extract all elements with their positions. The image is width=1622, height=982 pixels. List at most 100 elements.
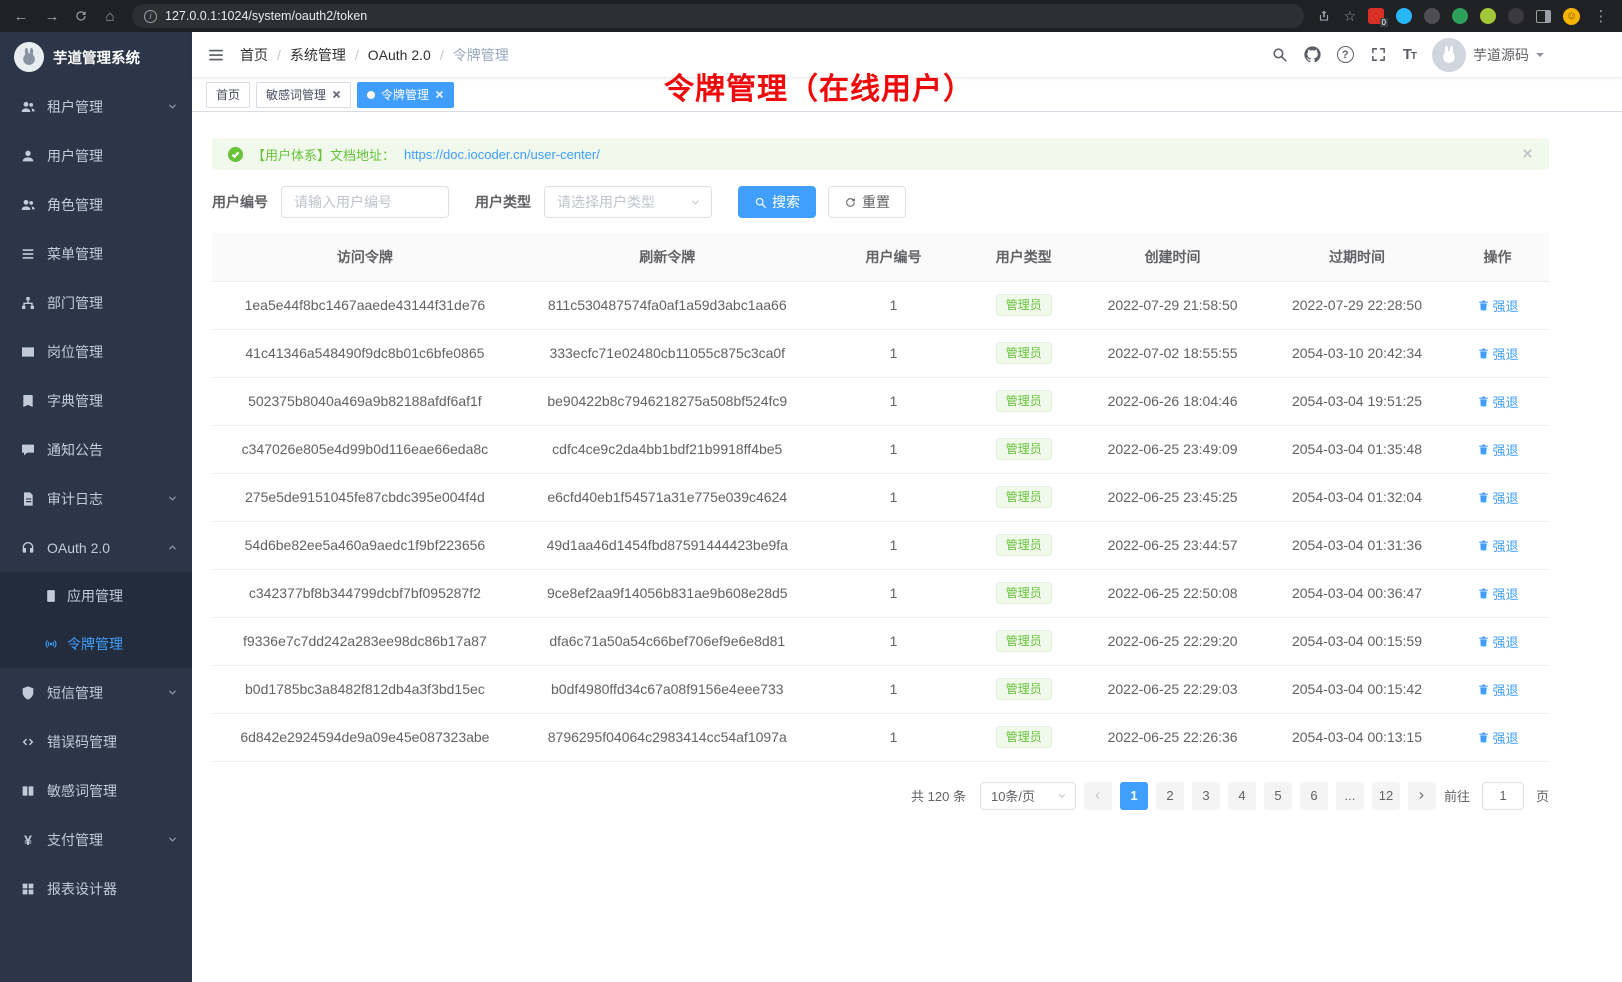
sidebar-item-post[interactable]: 岗位管理	[0, 327, 192, 376]
access-token-cell: c347026e805e4d99b0d116eae66eda8c	[212, 425, 518, 473]
doc-link[interactable]: https://doc.iocoder.cn/user-center/	[404, 147, 600, 162]
sidebar-item-app-management[interactable]: 应用管理	[0, 572, 192, 620]
next-page-button[interactable]	[1408, 782, 1436, 810]
address-bar[interactable]: i 127.0.0.1:1024/system/oauth2/token	[132, 4, 1304, 28]
force-logout-button[interactable]: 强退	[1477, 584, 1519, 603]
extension-blue-icon[interactable]	[1396, 8, 1412, 24]
prev-page-button[interactable]	[1084, 782, 1112, 810]
github-icon[interactable]	[1304, 46, 1321, 63]
sidebar-item-audit-log[interactable]: 审计日志	[0, 474, 192, 523]
force-logout-button[interactable]: 强退	[1477, 728, 1519, 747]
alert-close-button[interactable]	[1522, 147, 1533, 162]
sidebar-item-dept[interactable]: 部门管理	[0, 278, 192, 327]
user-type-select[interactable]: 请选择用户类型	[544, 186, 712, 218]
page-button-5[interactable]: 5	[1264, 782, 1292, 810]
close-icon[interactable]	[332, 90, 341, 99]
sidebar-item-role[interactable]: 角色管理	[0, 180, 192, 229]
browser-back-icon[interactable]: ←	[12, 8, 30, 25]
sidebar-item-tenant[interactable]: 租户管理	[0, 82, 192, 131]
sidebar-toggle-button[interactable]	[192, 32, 240, 77]
sidebar-item-pay[interactable]: ¥ 支付管理	[0, 815, 192, 864]
browser-forward-icon[interactable]: →	[43, 8, 61, 25]
force-logout-button[interactable]: 强退	[1477, 344, 1519, 363]
page-button-2[interactable]: 2	[1156, 782, 1184, 810]
page-button-12[interactable]: 12	[1372, 782, 1400, 810]
user-type-badge: 管理员	[996, 390, 1052, 412]
site-info-icon[interactable]: i	[144, 10, 157, 23]
sidebar-item-report-designer[interactable]: 报表设计器	[0, 864, 192, 913]
share-icon[interactable]	[1317, 9, 1331, 23]
sidebar-item-sensitive-word[interactable]: 敏感词管理	[0, 766, 192, 815]
page-ellipsis[interactable]: ...	[1336, 782, 1364, 810]
fullscreen-icon[interactable]	[1370, 46, 1387, 63]
breadcrumb-item-home[interactable]: 首页	[240, 45, 268, 65]
sidebar-item-user[interactable]: 用户管理	[0, 131, 192, 180]
tags-view-bar: 首页 敏感词管理 令牌管理	[192, 78, 1622, 112]
page-button-6[interactable]: 6	[1300, 782, 1328, 810]
column-header: 创建时间	[1077, 233, 1268, 281]
sidebar-item-token-management[interactable]: 令牌管理	[0, 620, 192, 668]
page-size-select[interactable]: 10条/页	[980, 782, 1076, 810]
force-logout-button[interactable]: 强退	[1477, 392, 1519, 411]
force-logout-button[interactable]: 强退	[1477, 488, 1519, 507]
tab-label: 敏感词管理	[266, 86, 326, 103]
force-logout-button[interactable]: 强退	[1477, 296, 1519, 315]
sidebar-item-notice[interactable]: 通知公告	[0, 425, 192, 474]
extension-paw-icon[interactable]	[1508, 8, 1524, 24]
sidebar-item-label: 错误码管理	[47, 732, 178, 752]
font-size-icon[interactable]: TT	[1403, 46, 1416, 63]
page-button-4[interactable]: 4	[1228, 782, 1256, 810]
page-button-1[interactable]: 1	[1120, 782, 1148, 810]
force-logout-button[interactable]: 强退	[1477, 632, 1519, 651]
browser-profile-avatar[interactable]: ☺	[1563, 8, 1580, 25]
tab-sensitive-word[interactable]: 敏感词管理	[256, 82, 351, 108]
user-menu[interactable]: 芋道源码	[1432, 38, 1544, 72]
sidebar-item-error-code[interactable]: 错误码管理	[0, 717, 192, 766]
chevron-right-icon	[1416, 790, 1427, 801]
user-type-badge: 管理员	[996, 726, 1052, 748]
goto-page-input[interactable]	[1482, 782, 1524, 810]
search-icon[interactable]	[1271, 46, 1288, 63]
expires-at-cell: 2054-03-04 01:32:04	[1268, 473, 1446, 521]
column-header: 过期时间	[1268, 233, 1446, 281]
trash-icon	[1477, 731, 1490, 744]
dict-icon	[20, 393, 36, 409]
bookmark-star-icon[interactable]: ☆	[1343, 8, 1356, 25]
search-button[interactable]: 搜索	[738, 186, 816, 218]
more-menu-icon[interactable]: ⋮	[1592, 7, 1610, 25]
sidebar-item-menu[interactable]: 菜单管理	[0, 229, 192, 278]
browser-reload-icon[interactable]	[74, 9, 88, 23]
user-id-input[interactable]	[281, 186, 449, 218]
search-icon	[754, 196, 767, 209]
extension-red-icon[interactable]: 0	[1368, 8, 1384, 24]
force-logout-button[interactable]: 强退	[1477, 440, 1519, 459]
sidebar-item-label: 菜单管理	[47, 244, 178, 264]
notice-icon	[20, 442, 36, 458]
sidebar-item-dict[interactable]: 字典管理	[0, 376, 192, 425]
user-id-cell: 1	[817, 473, 971, 521]
split-view-icon[interactable]	[1536, 10, 1551, 23]
force-logout-button[interactable]: 强退	[1477, 680, 1519, 699]
table-row: 502375b8040a469a9b82188afdf6af1f be90422…	[212, 377, 1549, 425]
tab-home[interactable]: 首页	[206, 82, 250, 108]
expires-at-cell: 2022-07-29 22:28:50	[1268, 281, 1446, 329]
breadcrumb-item-system[interactable]: 系统管理	[290, 45, 346, 65]
app-logo[interactable]: 芋道管理系统	[0, 32, 192, 82]
extension-green-icon[interactable]	[1452, 8, 1468, 24]
user-type-label: 用户类型	[475, 192, 531, 212]
force-logout-button[interactable]: 强退	[1477, 536, 1519, 555]
help-icon[interactable]: ?	[1337, 46, 1354, 63]
extension-android-icon[interactable]	[1480, 8, 1496, 24]
reset-button[interactable]: 重置	[828, 186, 906, 218]
page-button-3[interactable]: 3	[1192, 782, 1220, 810]
extension-dark-icon[interactable]	[1424, 8, 1440, 24]
sidebar-item-label: 报表设计器	[47, 879, 178, 899]
sidebar-item-sms[interactable]: 短信管理	[0, 668, 192, 717]
table-row: c342377bf8b344799dcbf7bf095287f2 9ce8ef2…	[212, 569, 1549, 617]
browser-home-icon[interactable]: ⌂	[101, 8, 119, 25]
breadcrumb-item-oauth[interactable]: OAuth 2.0	[368, 47, 431, 63]
trash-icon	[1477, 299, 1490, 312]
close-icon[interactable]	[435, 90, 444, 99]
sidebar-item-oauth[interactable]: OAuth 2.0	[0, 523, 192, 572]
tab-token-management[interactable]: 令牌管理	[357, 82, 454, 108]
